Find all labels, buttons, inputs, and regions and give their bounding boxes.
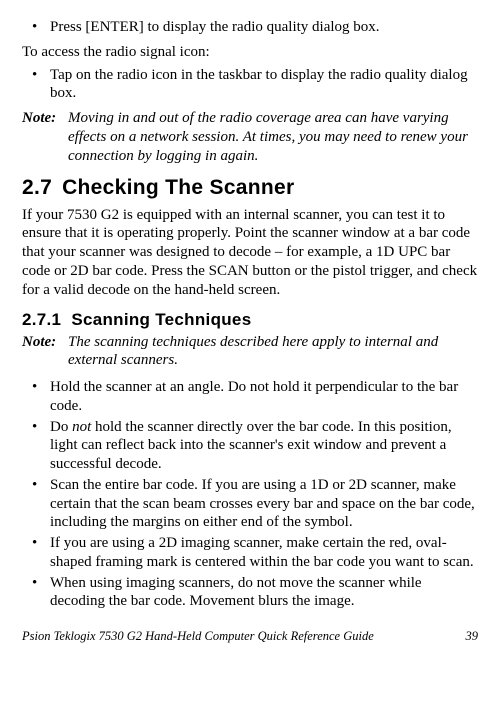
list-item: • If you are using a 2D imaging scanner,… [22, 534, 478, 572]
page-footer: Psion Teklogix 7530 G2 Hand-Held Compute… [22, 629, 478, 645]
bullet-text: Hold the scanner at an angle. Do not hol… [50, 378, 478, 416]
bullet-icon: • [22, 378, 50, 416]
note-block: Note: The scanning techniques described … [22, 333, 478, 371]
list-item: • Press [ENTER] to display the radio qua… [22, 18, 478, 37]
note-block: Note: Moving in and out of the radio cov… [22, 109, 478, 165]
bullet-text: When using imaging scanners, do not move… [50, 574, 478, 612]
emphasis-not: not [72, 419, 91, 435]
subsection-number: 2.7.1 [22, 309, 61, 330]
subsection-title: Scanning Techniques [71, 310, 251, 329]
list-item: • Hold the scanner at an angle. Do not h… [22, 378, 478, 416]
techniques-bullet-list: • Hold the scanner at an angle. Do not h… [22, 378, 478, 611]
list-item: • Tap on the radio icon in the taskbar t… [22, 66, 478, 104]
note-text: The scanning techniques described here a… [68, 333, 478, 371]
bullet-text: Tap on the radio icon in the taskbar to … [50, 66, 478, 104]
subsection-heading-2-7-1: 2.7.1 Scanning Techniques [22, 309, 478, 330]
bullet-text: Press [ENTER] to display the radio quali… [50, 18, 478, 37]
bullet-icon: • [22, 18, 50, 37]
text-fragment: hold the scanner directly over the bar c… [50, 419, 452, 473]
bullet-text: Do not hold the scanner directly over th… [50, 418, 478, 474]
bullet-text: Scan the entire bar code. If you are usi… [50, 476, 478, 532]
top-bullet-list: • Press [ENTER] to display the radio qua… [22, 18, 478, 37]
footer-title: Psion Teklogix 7530 G2 Hand-Held Compute… [22, 629, 374, 645]
page-number: 39 [466, 629, 479, 645]
bullet-icon: • [22, 476, 50, 532]
intro-text: To access the radio signal icon: [22, 43, 478, 62]
bullet-icon: • [22, 418, 50, 474]
note-text: Moving in and out of the radio coverage … [68, 109, 478, 165]
section-title: Checking The Scanner [62, 176, 294, 199]
note-label: Note: [22, 333, 68, 371]
section-body: If your 7530 G2 is equipped with an inte… [22, 206, 478, 300]
text-fragment: Do [50, 419, 72, 435]
list-item: • When using imaging scanners, do not mo… [22, 574, 478, 612]
bullet-icon: • [22, 574, 50, 612]
section-heading-2-7: 2.7 Checking The Scanner [22, 175, 478, 201]
section-number: 2.7 [22, 175, 52, 201]
list-item: • Scan the entire bar code. If you are u… [22, 476, 478, 532]
list-item: • Do not hold the scanner directly over … [22, 418, 478, 474]
bullet-icon: • [22, 66, 50, 104]
bullet-text: If you are using a 2D imaging scanner, m… [50, 534, 478, 572]
note-label: Note: [22, 109, 68, 165]
access-bullet-list: • Tap on the radio icon in the taskbar t… [22, 66, 478, 104]
bullet-icon: • [22, 534, 50, 572]
